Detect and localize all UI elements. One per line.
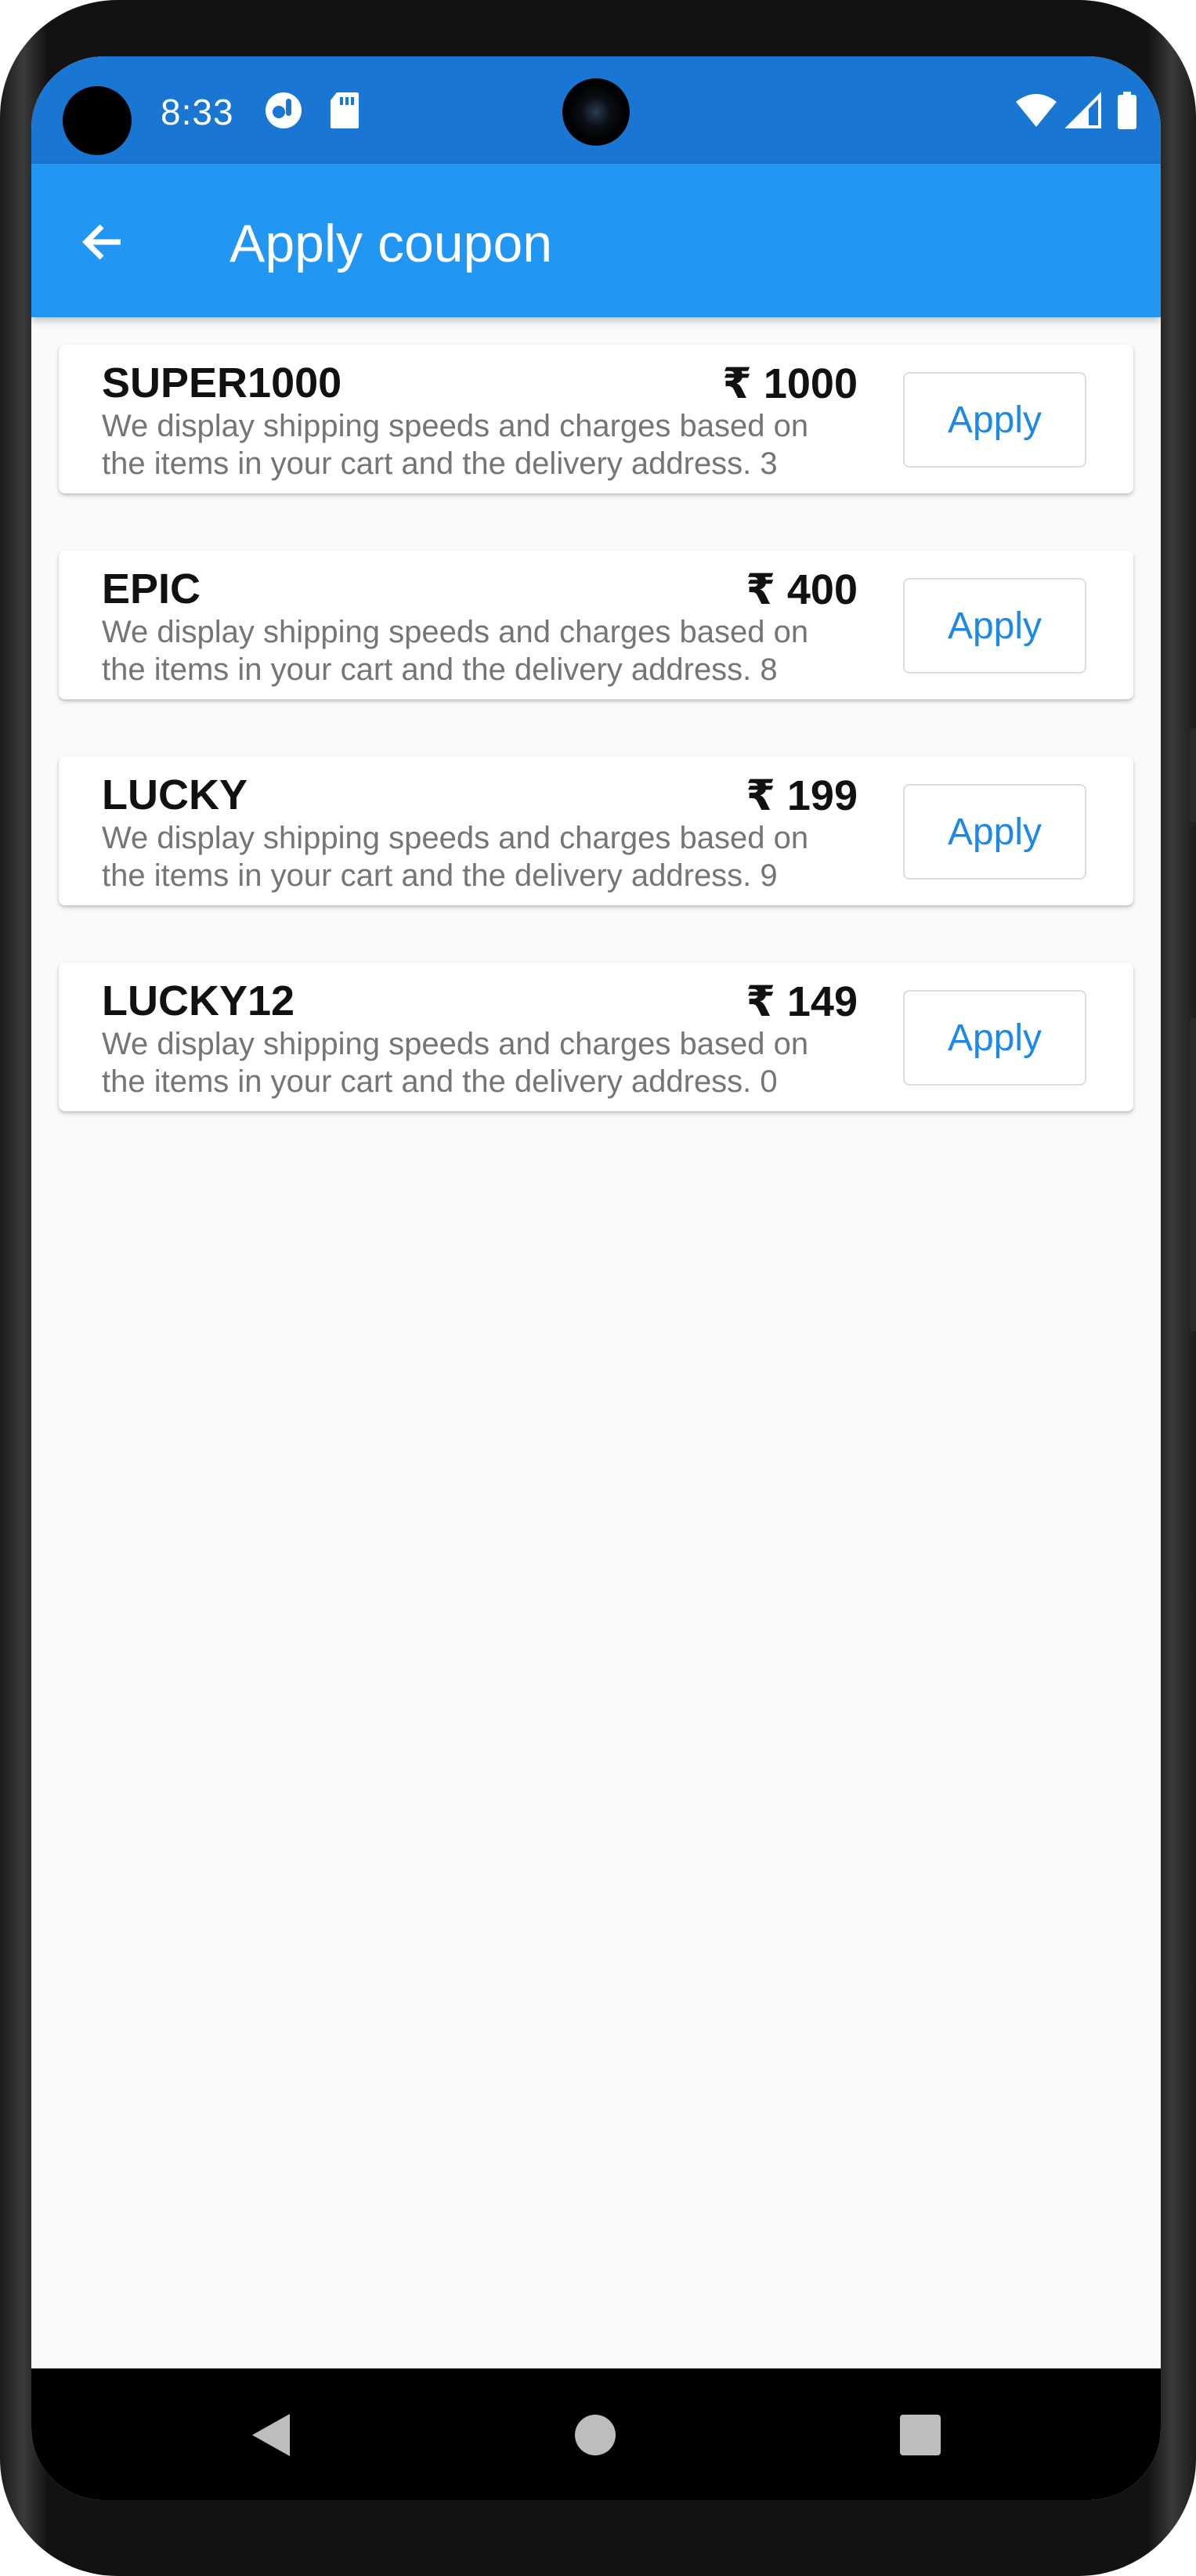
coupon-description: We display shipping speeds and charges b… xyxy=(102,821,809,893)
coupon-card: SUPER1000 ₹ 1000 We display shipping spe… xyxy=(59,345,1133,493)
apply-button[interactable]: Apply xyxy=(903,372,1086,468)
apply-button[interactable]: Apply xyxy=(903,784,1086,880)
coupon-amount: ₹ 400 xyxy=(746,566,858,613)
coupon-amount: ₹ 149 xyxy=(746,978,858,1025)
coupon-code: SUPER1000 xyxy=(102,359,342,406)
volume-button xyxy=(1190,728,1196,822)
coupon-amount: ₹ 199 xyxy=(746,772,858,819)
status-time: 8:33 xyxy=(161,92,234,132)
power-button xyxy=(1190,1018,1196,1331)
navigation-bar xyxy=(31,2368,1161,2500)
app-bar: Apply coupon xyxy=(31,164,1161,317)
coupon-code: LUCKY xyxy=(102,771,248,818)
apply-button[interactable]: Apply xyxy=(903,990,1086,1086)
screen: 8:33 Apply coupon SUPER1000 ₹ 1000 We di… xyxy=(31,56,1161,2500)
coupon-card: LUCKY ₹ 199 We display shipping speeds a… xyxy=(59,757,1133,905)
sd-card-icon xyxy=(329,91,368,130)
status-bar: 8:33 xyxy=(31,56,1161,164)
coupon-description: We display shipping speeds and charges b… xyxy=(102,1027,809,1099)
battery-icon xyxy=(1116,91,1141,130)
punch-hole-cutout xyxy=(63,86,132,155)
signal-icon xyxy=(1064,91,1104,130)
home-circle-icon[interactable] xyxy=(568,2408,623,2466)
page-title: Apply coupon xyxy=(229,214,553,273)
coupon-card: LUCKY12 ₹ 149 We display shipping speeds… xyxy=(59,963,1133,1111)
front-camera xyxy=(562,78,630,146)
coupon-card: EPIC ₹ 400 We display shipping speeds an… xyxy=(59,551,1133,699)
coupon-code: EPIC xyxy=(102,565,201,612)
back-triangle-icon[interactable] xyxy=(244,2408,299,2466)
coupon-description: We display shipping speeds and charges b… xyxy=(102,615,809,687)
coupon-code: LUCKY12 xyxy=(102,977,295,1024)
phone-frame: 8:33 Apply coupon SUPER1000 ₹ 1000 We di… xyxy=(0,0,1196,2576)
wifi-icon xyxy=(1014,91,1058,130)
recents-square-icon[interactable] xyxy=(893,2408,948,2466)
coupon-description: We display shipping speeds and charges b… xyxy=(102,409,809,481)
coupon-amount: ₹ 1000 xyxy=(722,360,858,407)
assistant-icon xyxy=(264,91,303,130)
apply-button[interactable]: Apply xyxy=(903,578,1086,674)
arrow-back-icon[interactable] xyxy=(72,211,135,273)
